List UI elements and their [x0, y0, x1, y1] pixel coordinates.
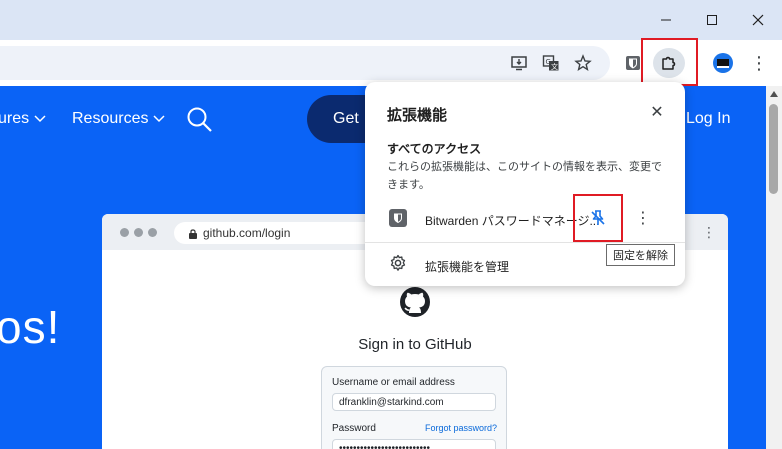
extension-more-button[interactable]: ⋮	[633, 207, 653, 229]
login-form: Username or email address dfranklin@star…	[321, 366, 507, 449]
lock-icon	[189, 228, 197, 239]
profile-button[interactable]	[709, 49, 737, 77]
scroll-up-arrow-icon[interactable]	[770, 91, 778, 97]
github-logo-icon	[399, 286, 431, 323]
popup-title: 拡張機能	[387, 107, 448, 124]
browser-menu-button[interactable]: ⋮	[745, 49, 773, 77]
maximize-button[interactable]	[689, 0, 735, 40]
manage-extensions-link[interactable]: 拡張機能を管理	[425, 258, 509, 275]
translate-button[interactable]: G 文	[537, 49, 565, 77]
popup-divider	[365, 242, 685, 243]
search-icon	[187, 107, 212, 132]
extensions-highlight-box	[641, 38, 698, 86]
bitwarden-icon	[626, 56, 640, 70]
scrollbar-thumb[interactable]	[769, 104, 778, 194]
chevron-down-icon	[34, 110, 46, 128]
nav-item-features[interactable]: ures	[0, 110, 46, 128]
nav-item-resources[interactable]: Resources	[72, 110, 165, 128]
close-icon	[752, 14, 764, 26]
full-access-description: これらの拡張機能は、このサイトの情報を表示、変更できます。	[387, 161, 662, 191]
maximize-icon	[707, 15, 717, 25]
bookmark-button[interactable]	[569, 49, 597, 77]
nav-item-label: Resources	[72, 110, 149, 128]
popup-close-button[interactable]: ✕	[645, 100, 669, 124]
unpin-icon	[591, 210, 605, 225]
mockup-dot	[148, 228, 157, 237]
close-icon: ✕	[650, 104, 664, 121]
more-vert-icon: ⋮	[635, 210, 651, 227]
password-input[interactable]: ••••••••••••••••••••••••••	[332, 439, 496, 449]
mockup-url-text: github.com/login	[203, 226, 291, 240]
minimize-icon	[661, 19, 671, 21]
mockup-dot	[120, 228, 129, 237]
profile-avatar-icon	[713, 53, 733, 73]
translate-icon: G 文	[542, 55, 559, 71]
install-app-icon	[511, 56, 527, 71]
unpin-extension-button[interactable]	[573, 194, 623, 242]
site-search-button[interactable]	[186, 106, 214, 139]
page-scrollbar[interactable]	[766, 86, 782, 449]
svg-text:文: 文	[551, 62, 558, 71]
unpin-tooltip: 固定を解除	[606, 244, 675, 266]
username-input[interactable]: dfranklin@starkind.com	[332, 393, 496, 411]
mockup-dot	[134, 228, 143, 237]
username-label: Username or email address	[332, 377, 455, 388]
password-label: Password	[332, 423, 376, 434]
minimize-button[interactable]	[643, 0, 689, 40]
menu-kebab-icon: ⋮	[750, 52, 768, 73]
bookmark-star-icon	[574, 54, 592, 72]
login-link[interactable]: Log In	[686, 110, 730, 128]
full-access-heading: すべてのアクセス	[387, 142, 482, 156]
signin-heading: Sign in to GitHub	[358, 336, 472, 353]
bitwarden-extension-icon	[389, 209, 407, 227]
close-window-button[interactable]	[735, 0, 781, 40]
chevron-down-icon	[153, 110, 165, 128]
gear-icon	[390, 254, 406, 271]
install-app-button[interactable]	[505, 49, 533, 77]
nav-item-label: ures	[0, 110, 30, 128]
forgot-password-link[interactable]: Forgot password?	[425, 423, 497, 433]
mockup-menu-icon: ⋮	[702, 224, 716, 240]
hero-text: os!	[0, 301, 61, 353]
